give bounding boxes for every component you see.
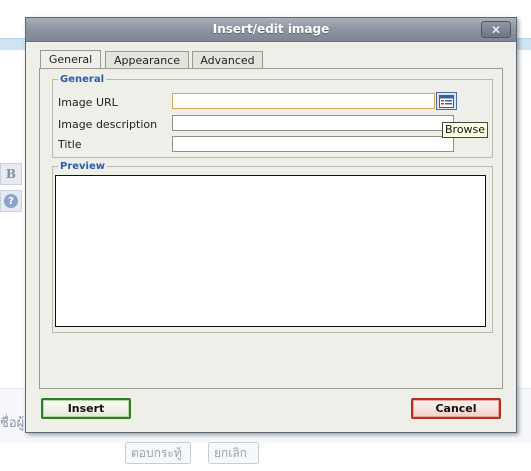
dialog-titlebar[interactable]: Insert/edit image ✕ xyxy=(26,18,516,42)
help-icon: ? xyxy=(4,194,18,208)
reply-button[interactable]: ตอบกระทู้ xyxy=(125,442,191,464)
tab-advanced[interactable]: Advanced xyxy=(192,51,263,68)
insert-image-dialog: Insert/edit image ✕ General Appearance A… xyxy=(25,17,517,433)
bold-icon: B xyxy=(5,167,17,181)
bold-button[interactable]: B xyxy=(0,163,22,185)
close-icon: ✕ xyxy=(490,22,502,37)
browse-button[interactable] xyxy=(436,92,457,110)
insert-button[interactable]: Insert xyxy=(41,398,131,419)
image-description-label: Image description xyxy=(58,118,158,131)
image-url-input[interactable] xyxy=(172,93,435,109)
image-description-input[interactable] xyxy=(172,115,454,131)
help-button[interactable]: ? xyxy=(0,190,22,212)
close-button[interactable]: ✕ xyxy=(481,21,511,38)
browse-tooltip: Browse xyxy=(442,122,489,138)
cancel-button[interactable]: Cancel xyxy=(411,398,501,419)
dialog-title: Insert/edit image xyxy=(212,22,330,36)
general-legend: General xyxy=(60,74,104,85)
browse-icon xyxy=(439,94,454,108)
image-preview-area xyxy=(55,175,486,327)
preview-legend: Preview xyxy=(60,161,106,172)
image-url-label: Image URL xyxy=(58,96,118,109)
background-cancel-button[interactable]: ยกเลิก xyxy=(208,442,259,464)
tab-general[interactable]: General xyxy=(40,50,101,68)
title-label: Title xyxy=(58,138,82,151)
tab-appearance[interactable]: Appearance xyxy=(105,51,189,68)
background-name-label: ชื่อผู้ xyxy=(0,416,24,431)
title-input[interactable] xyxy=(172,136,454,152)
